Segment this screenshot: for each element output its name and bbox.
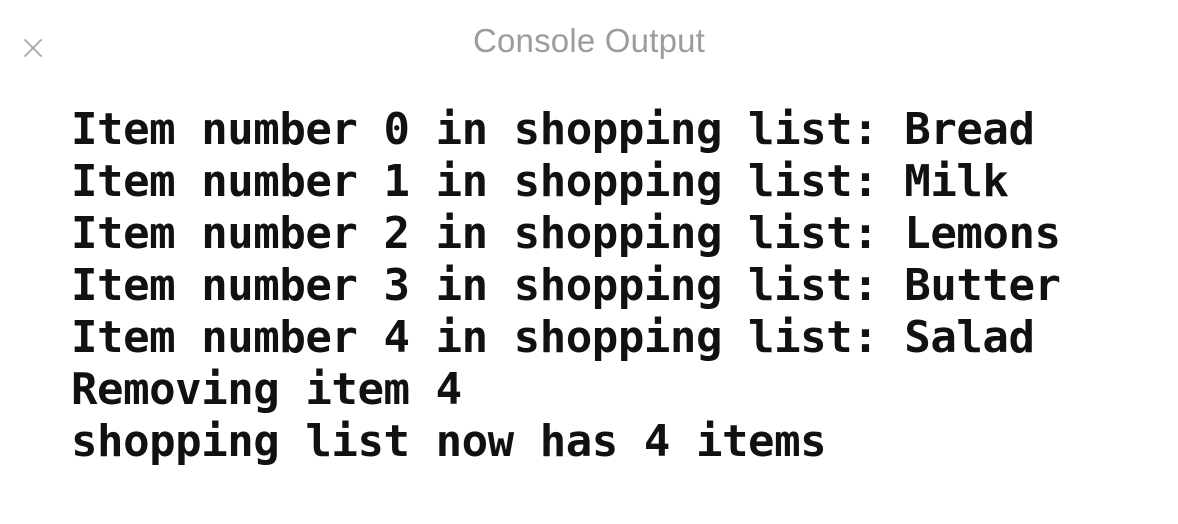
console-output-dialog: Console Output Item number 0 in shopping… [0, 0, 1178, 524]
console-output-text: Item number 0 in shopping list: Bread It… [0, 88, 1178, 524]
console-line: Item number 2 in shopping list: Lemons [71, 208, 1061, 259]
console-line: Item number 0 in shopping list: Bread [71, 104, 1035, 155]
dialog-title: Console Output [472, 22, 706, 59]
console-line: Removing item 4 [71, 364, 462, 415]
console-line: Item number 3 in shopping list: Butter [71, 260, 1061, 311]
dialog-header: Console Output [0, 0, 1178, 88]
console-line: Item number 4 in shopping list: Salad [71, 312, 1035, 363]
console-line: shopping list now has 4 items [71, 416, 827, 467]
console-line: Item number 1 in shopping list: Milk [71, 156, 1009, 207]
